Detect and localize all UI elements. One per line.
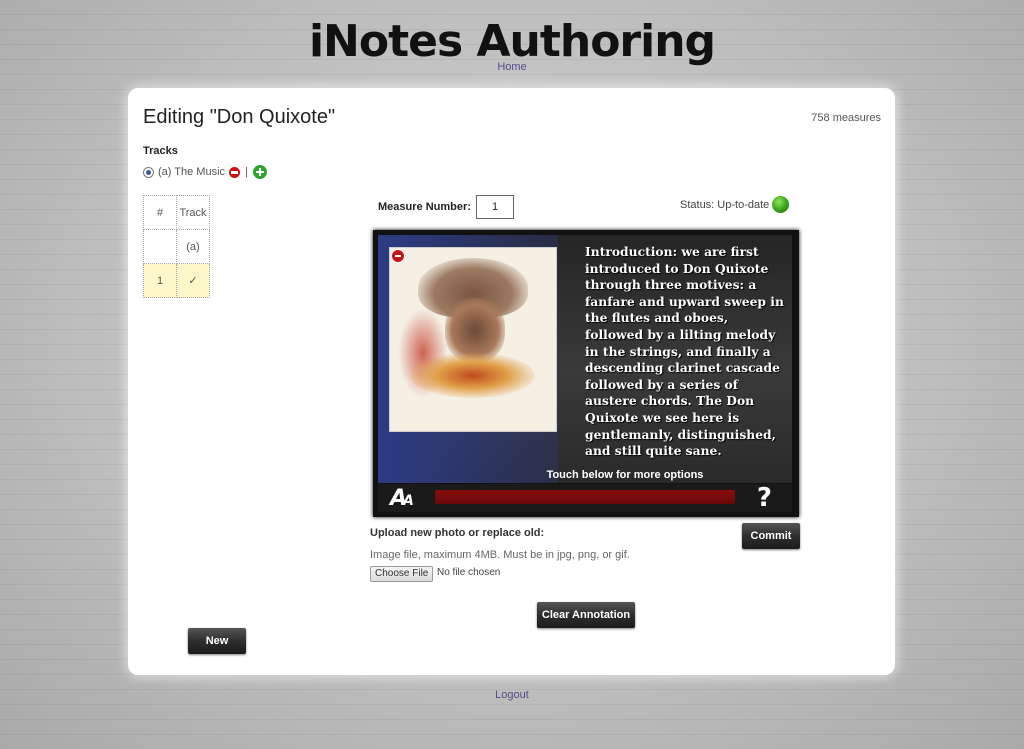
viewer-toolbar: AA ? [378, 483, 792, 513]
table-row-selected[interactable]: 1 ✓ [143, 263, 210, 298]
column-header-number: # [143, 195, 177, 230]
font-size-icon[interactable]: AA [390, 486, 414, 511]
file-status: No file chosen [437, 567, 501, 578]
measure-progress-fill [435, 490, 735, 504]
measure-count: 758 measures [811, 112, 881, 124]
logout-link[interactable]: Logout [0, 689, 1024, 701]
remove-photo-icon[interactable] [391, 249, 405, 263]
track-table: # Track (a) 1 ✓ [143, 195, 210, 298]
touch-hint: Touch below for more options [546, 469, 704, 481]
status-text: Status: Up-to-date [680, 199, 770, 211]
clear-annotation-button[interactable]: Clear Annotation [537, 602, 635, 628]
status-indicator-icon [772, 196, 789, 213]
upload-label: Upload new photo or replace old: [370, 527, 545, 539]
measure-number-input[interactable]: 1 [476, 195, 514, 219]
home-link[interactable]: Home [0, 61, 1024, 73]
table-cell-track[interactable]: (a) [176, 229, 210, 264]
tracks-label: Tracks [143, 145, 178, 157]
upload-hint: Image file, maximum 4MB. Must be in jpg,… [370, 549, 630, 561]
track-row: (a) The Music | [143, 165, 267, 179]
annotation-viewer: Introduction: we are first introduced to… [373, 230, 799, 517]
help-icon[interactable]: ? [757, 483, 772, 513]
choose-file-button[interactable]: Choose File [370, 566, 434, 582]
photo-paint-collar [410, 353, 535, 398]
viewer-screen: Introduction: we are first introduced to… [378, 235, 792, 483]
remove-track-icon[interactable] [229, 166, 241, 178]
track-label[interactable]: (a) The Music [158, 166, 225, 178]
annotation-text[interactable]: Introduction: we are first introduced to… [585, 244, 785, 460]
separator: | [245, 166, 248, 178]
annotation-photo[interactable] [389, 247, 557, 432]
table-row[interactable]: (a) [143, 229, 210, 264]
commit-button[interactable]: Commit [742, 523, 800, 549]
measure-number-label: Measure Number: [378, 201, 471, 213]
new-button[interactable]: New [188, 628, 246, 654]
measure-progress-bar[interactable] [435, 490, 735, 504]
track-radio[interactable] [143, 166, 154, 178]
column-header-track: Track [176, 195, 210, 230]
table-header-row: # Track [143, 195, 210, 230]
add-track-icon[interactable] [252, 165, 267, 179]
editor-panel: Editing "Don Quixote" 758 measures Track… [128, 88, 895, 675]
font-icon-small-letter: A [403, 493, 414, 509]
page-title: Editing "Don Quixote" [143, 106, 336, 128]
table-cell-track[interactable]: ✓ [176, 263, 210, 298]
table-cell-number[interactable]: 1 [143, 263, 177, 298]
table-cell-number[interactable] [143, 229, 177, 264]
